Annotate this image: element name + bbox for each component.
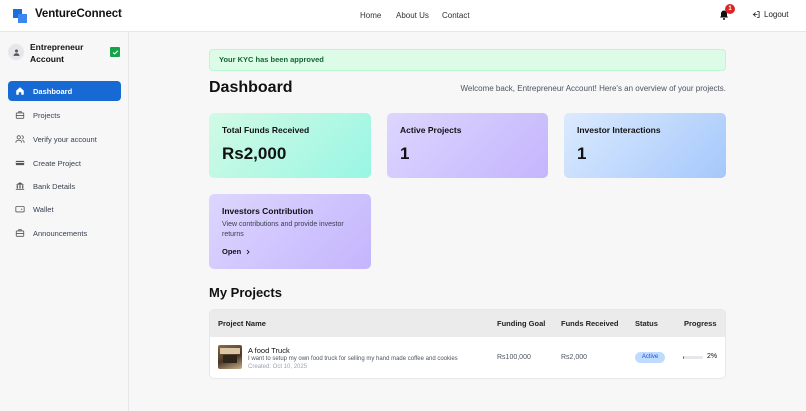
sidebar-item-label: Bank Details: [33, 181, 76, 191]
projects-table: Project Name Funding Goal Funds Received…: [209, 309, 726, 379]
sidebar-item-label: Announcements: [33, 228, 88, 238]
user-profile: Entrepreneur Account: [8, 41, 123, 67]
column-header: Funds Received: [561, 319, 619, 328]
my-projects-heading: My Projects: [209, 285, 282, 300]
open-contributions-link[interactable]: Open: [222, 247, 251, 256]
brand-name[interactable]: VentureConnect: [35, 8, 122, 20]
page-title: Dashboard: [209, 79, 293, 96]
avatar: [8, 44, 24, 60]
column-header: Status: [635, 319, 658, 328]
card-label: Active Projects: [400, 125, 462, 135]
sidebar-item-dashboard[interactable]: Dashboard: [8, 81, 121, 101]
total-funds-card: Total Funds Received Rs2,000: [209, 113, 371, 178]
sidebar: Entrepreneur Account Dashboard Projects …: [0, 32, 129, 411]
card-value: Rs2,000: [222, 144, 287, 163]
sidebar-item-create-project[interactable]: Create Project: [8, 153, 121, 173]
investor-interactions-card: Investor Interactions 1: [564, 113, 726, 178]
progress-bar: [683, 356, 703, 359]
kyc-approved-alert: Your KYC has been approved: [209, 49, 726, 71]
brand-logo-icon[interactable]: [13, 9, 27, 23]
sidebar-item-label: Wallet: [33, 204, 54, 214]
card-title: Investors Contribution: [222, 206, 314, 216]
home-icon: [16, 87, 24, 95]
chevron-right-icon: [246, 249, 250, 254]
bank-icon: [15, 182, 25, 190]
project-description: I want to setup my own food truck for se…: [248, 356, 458, 362]
open-label: Open: [222, 247, 242, 256]
sidebar-item-bank-details[interactable]: Bank Details: [8, 176, 121, 196]
sidebar-item-label: Dashboard: [33, 86, 73, 96]
funding-goal: Rs100,000: [497, 354, 531, 361]
investors-contribution-card: Investors Contribution View contribution…: [209, 194, 371, 269]
logout-icon: [752, 11, 760, 18]
user-icon: [13, 49, 19, 56]
logout-button[interactable]: Logout: [752, 10, 788, 19]
progress-percent: 2%: [707, 353, 718, 360]
briefcase-icon: [15, 111, 25, 119]
notification-badge: 1: [725, 4, 735, 14]
column-header: Progress: [684, 319, 717, 328]
status-badge: Active: [635, 352, 665, 363]
nav-home-link[interactable]: Home: [360, 11, 381, 20]
project-created-date: Created: Oct 10, 2025: [248, 364, 308, 370]
card-label: Investor Interactions: [577, 125, 661, 135]
sidebar-item-label: Projects: [33, 110, 61, 120]
sidebar-item-projects[interactable]: Projects: [8, 105, 121, 125]
sidebar-item-announcements[interactable]: Announcements: [8, 223, 121, 243]
nav-about-link[interactable]: About Us: [396, 11, 429, 20]
nav-contact-link[interactable]: Contact: [442, 11, 470, 20]
sidebar-item-verify[interactable]: Verify your account: [8, 129, 121, 149]
funds-received: Rs2,000: [561, 354, 588, 361]
verified-check-icon: [110, 47, 120, 57]
user-name: Entrepreneur Account: [30, 42, 84, 64]
sidebar-item-label: Create Project: [33, 158, 81, 168]
card-description: View contributions and provide investor …: [222, 221, 344, 238]
project-thumbnail: [218, 345, 242, 369]
welcome-message: Welcome back, Entrepreneur Account! Here…: [460, 84, 726, 93]
project-name[interactable]: A food Truck: [248, 346, 290, 355]
top-navbar: VentureConnect Home About Us Contact 1 L…: [0, 0, 806, 32]
card-value: 1: [577, 144, 587, 163]
sidebar-item-wallet[interactable]: Wallet: [8, 199, 121, 219]
column-header: Funding Goal: [497, 319, 546, 328]
card-label: Total Funds Received: [222, 125, 310, 135]
card-value: 1: [400, 144, 410, 163]
table-header: Project Name Funding Goal Funds Received…: [210, 310, 725, 337]
active-projects-card: Active Projects 1: [387, 113, 548, 178]
wallet-icon: [15, 206, 25, 213]
sidebar-item-label: Verify your account: [33, 134, 97, 144]
users-icon: [15, 135, 25, 143]
column-header: Project Name: [218, 319, 266, 328]
logout-label: Logout: [764, 10, 789, 19]
card-icon: [15, 160, 25, 166]
briefcase-icon: [15, 229, 25, 237]
